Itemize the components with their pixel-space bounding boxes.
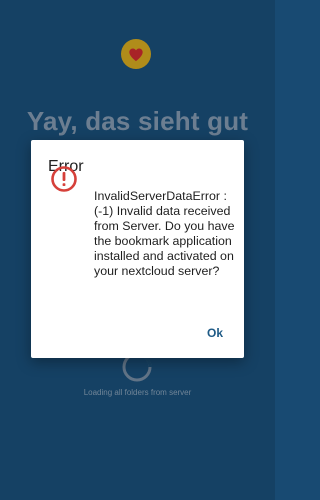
- error-circle-icon: [51, 166, 77, 192]
- error-dialog: Error InvalidServerDataError : (-1) Inva…: [31, 140, 244, 358]
- ok-button[interactable]: Ok: [207, 326, 223, 340]
- dialog-message: InvalidServerDataError : (-1) Invalid da…: [94, 189, 235, 278]
